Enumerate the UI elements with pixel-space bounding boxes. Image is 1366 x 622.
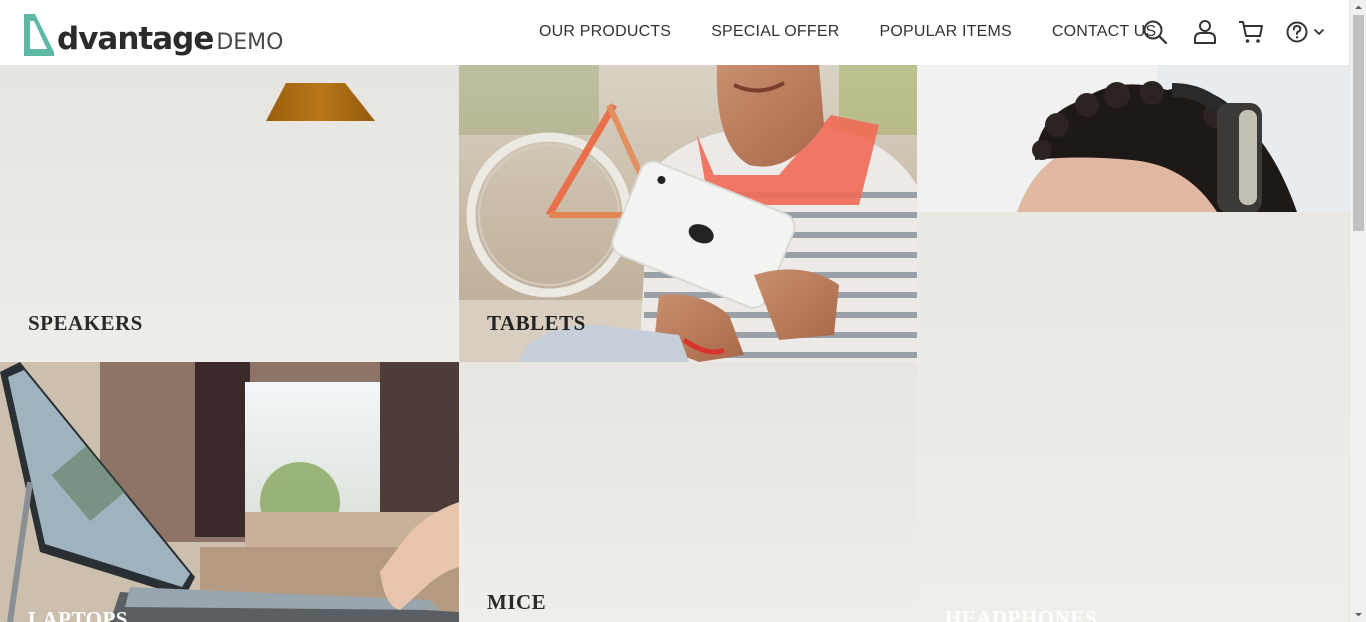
scroll-thumb[interactable] bbox=[1353, 15, 1364, 231]
nav-our-products[interactable]: OUR PRODUCTS bbox=[539, 22, 671, 42]
help-icon[interactable] bbox=[1284, 18, 1312, 46]
category-tile-speakers[interactable]: SPEAKERS bbox=[0, 65, 459, 362]
category-label-speakers[interactable]: SPEAKERS bbox=[28, 311, 143, 336]
cart-icon[interactable] bbox=[1237, 18, 1265, 46]
nav-popular-items[interactable]: POPULAR ITEMS bbox=[879, 22, 1011, 42]
logo[interactable]: dvantage DEMO bbox=[22, 8, 283, 58]
category-label-headphones[interactable]: HEADPHONES bbox=[945, 606, 1097, 622]
scroll-up-arrow-icon[interactable] bbox=[1350, 0, 1366, 15]
logo-wordmark: dvantage bbox=[57, 21, 214, 57]
nav-special-offer[interactable]: SPECIAL OFFER bbox=[711, 22, 839, 42]
category-label-laptops[interactable]: LAPTOPS bbox=[28, 607, 128, 622]
headphones-man-image bbox=[917, 65, 1349, 212]
category-tile-laptops[interactable]: LAPTOPS bbox=[0, 362, 459, 622]
laptop-hand-image bbox=[0, 362, 459, 622]
category-label-mice[interactable]: MICE bbox=[487, 590, 546, 615]
logo-demo-label: DEMO bbox=[216, 30, 284, 55]
category-tile-tablets[interactable]: TABLETS bbox=[459, 65, 917, 362]
site-header: dvantage DEMO OUR PRODUCTS SPECIAL OFFER… bbox=[0, 0, 1349, 65]
category-tile-headphones[interactable]: HEADPHONES bbox=[917, 65, 1349, 622]
user-icon[interactable] bbox=[1191, 18, 1219, 46]
search-icon[interactable] bbox=[1141, 18, 1169, 46]
page-scrollbar[interactable] bbox=[1349, 0, 1366, 622]
chevron-down-icon[interactable] bbox=[1313, 27, 1325, 37]
category-tile-mice[interactable]: MICE bbox=[459, 362, 917, 622]
main-nav: OUR PRODUCTS SPECIAL OFFER POPULAR ITEMS… bbox=[539, 22, 1156, 42]
scroll-down-arrow-icon[interactable] bbox=[1350, 607, 1366, 622]
speaker-image bbox=[266, 83, 375, 121]
category-label-tablets[interactable]: TABLETS bbox=[487, 311, 586, 336]
logo-mark-icon bbox=[24, 14, 54, 56]
